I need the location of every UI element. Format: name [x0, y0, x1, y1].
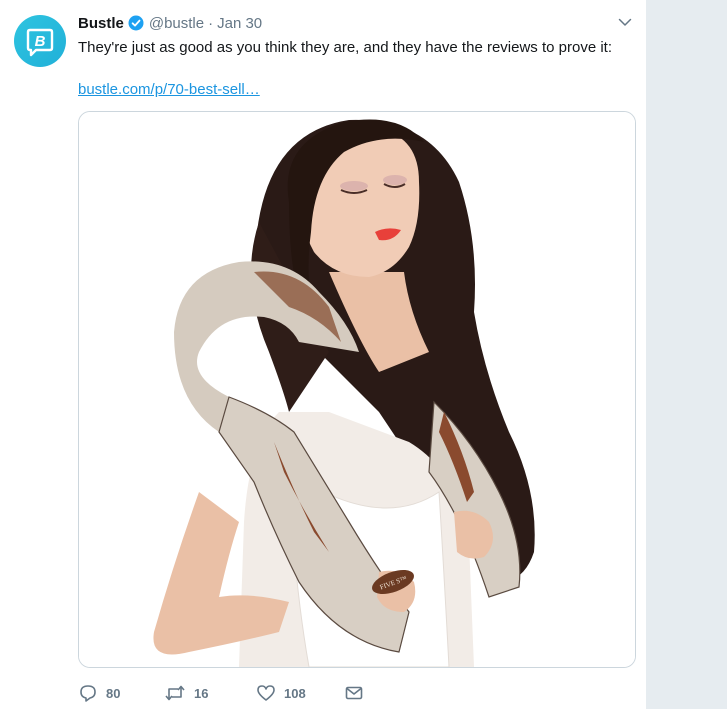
reply-button[interactable]: 80 — [78, 683, 120, 703]
display-name[interactable]: Bustle — [78, 15, 124, 32]
timestamp[interactable]: Jan 30 — [217, 15, 262, 32]
separator: · — [208, 14, 214, 32]
retweet-icon — [165, 685, 185, 701]
reply-icon — [80, 685, 96, 702]
chevron-down-icon[interactable] — [617, 14, 633, 30]
direct-message-button[interactable] — [344, 683, 364, 703]
heart-icon — [257, 685, 275, 701]
svg-text:B: B — [35, 33, 46, 50]
retweet-button[interactable]: 16 — [164, 683, 208, 703]
bustle-logo-icon: B — [26, 28, 54, 57]
verified-badge-icon — [128, 15, 144, 31]
product-photo: FIVE S™ — [79, 112, 635, 667]
tweet-link[interactable]: bustle.com/p/70-best-sell… — [78, 80, 260, 100]
media-image[interactable]: FIVE S™ — [78, 111, 636, 668]
retweet-count: 16 — [194, 685, 209, 701]
tweet-text: They're just as good as you think they a… — [78, 39, 612, 56]
avatar[interactable]: B — [14, 15, 66, 67]
envelope-icon — [345, 686, 363, 700]
like-count: 108 — [284, 685, 306, 701]
reply-count: 80 — [106, 685, 121, 701]
tweet-header: Bustle @bustle · Jan 30 — [78, 13, 262, 33]
tweet-card[interactable]: B Bustle @bustle · Jan 30 They're just a… — [0, 0, 647, 709]
handle[interactable]: @bustle — [149, 15, 204, 32]
like-button[interactable]: 108 — [256, 683, 306, 703]
